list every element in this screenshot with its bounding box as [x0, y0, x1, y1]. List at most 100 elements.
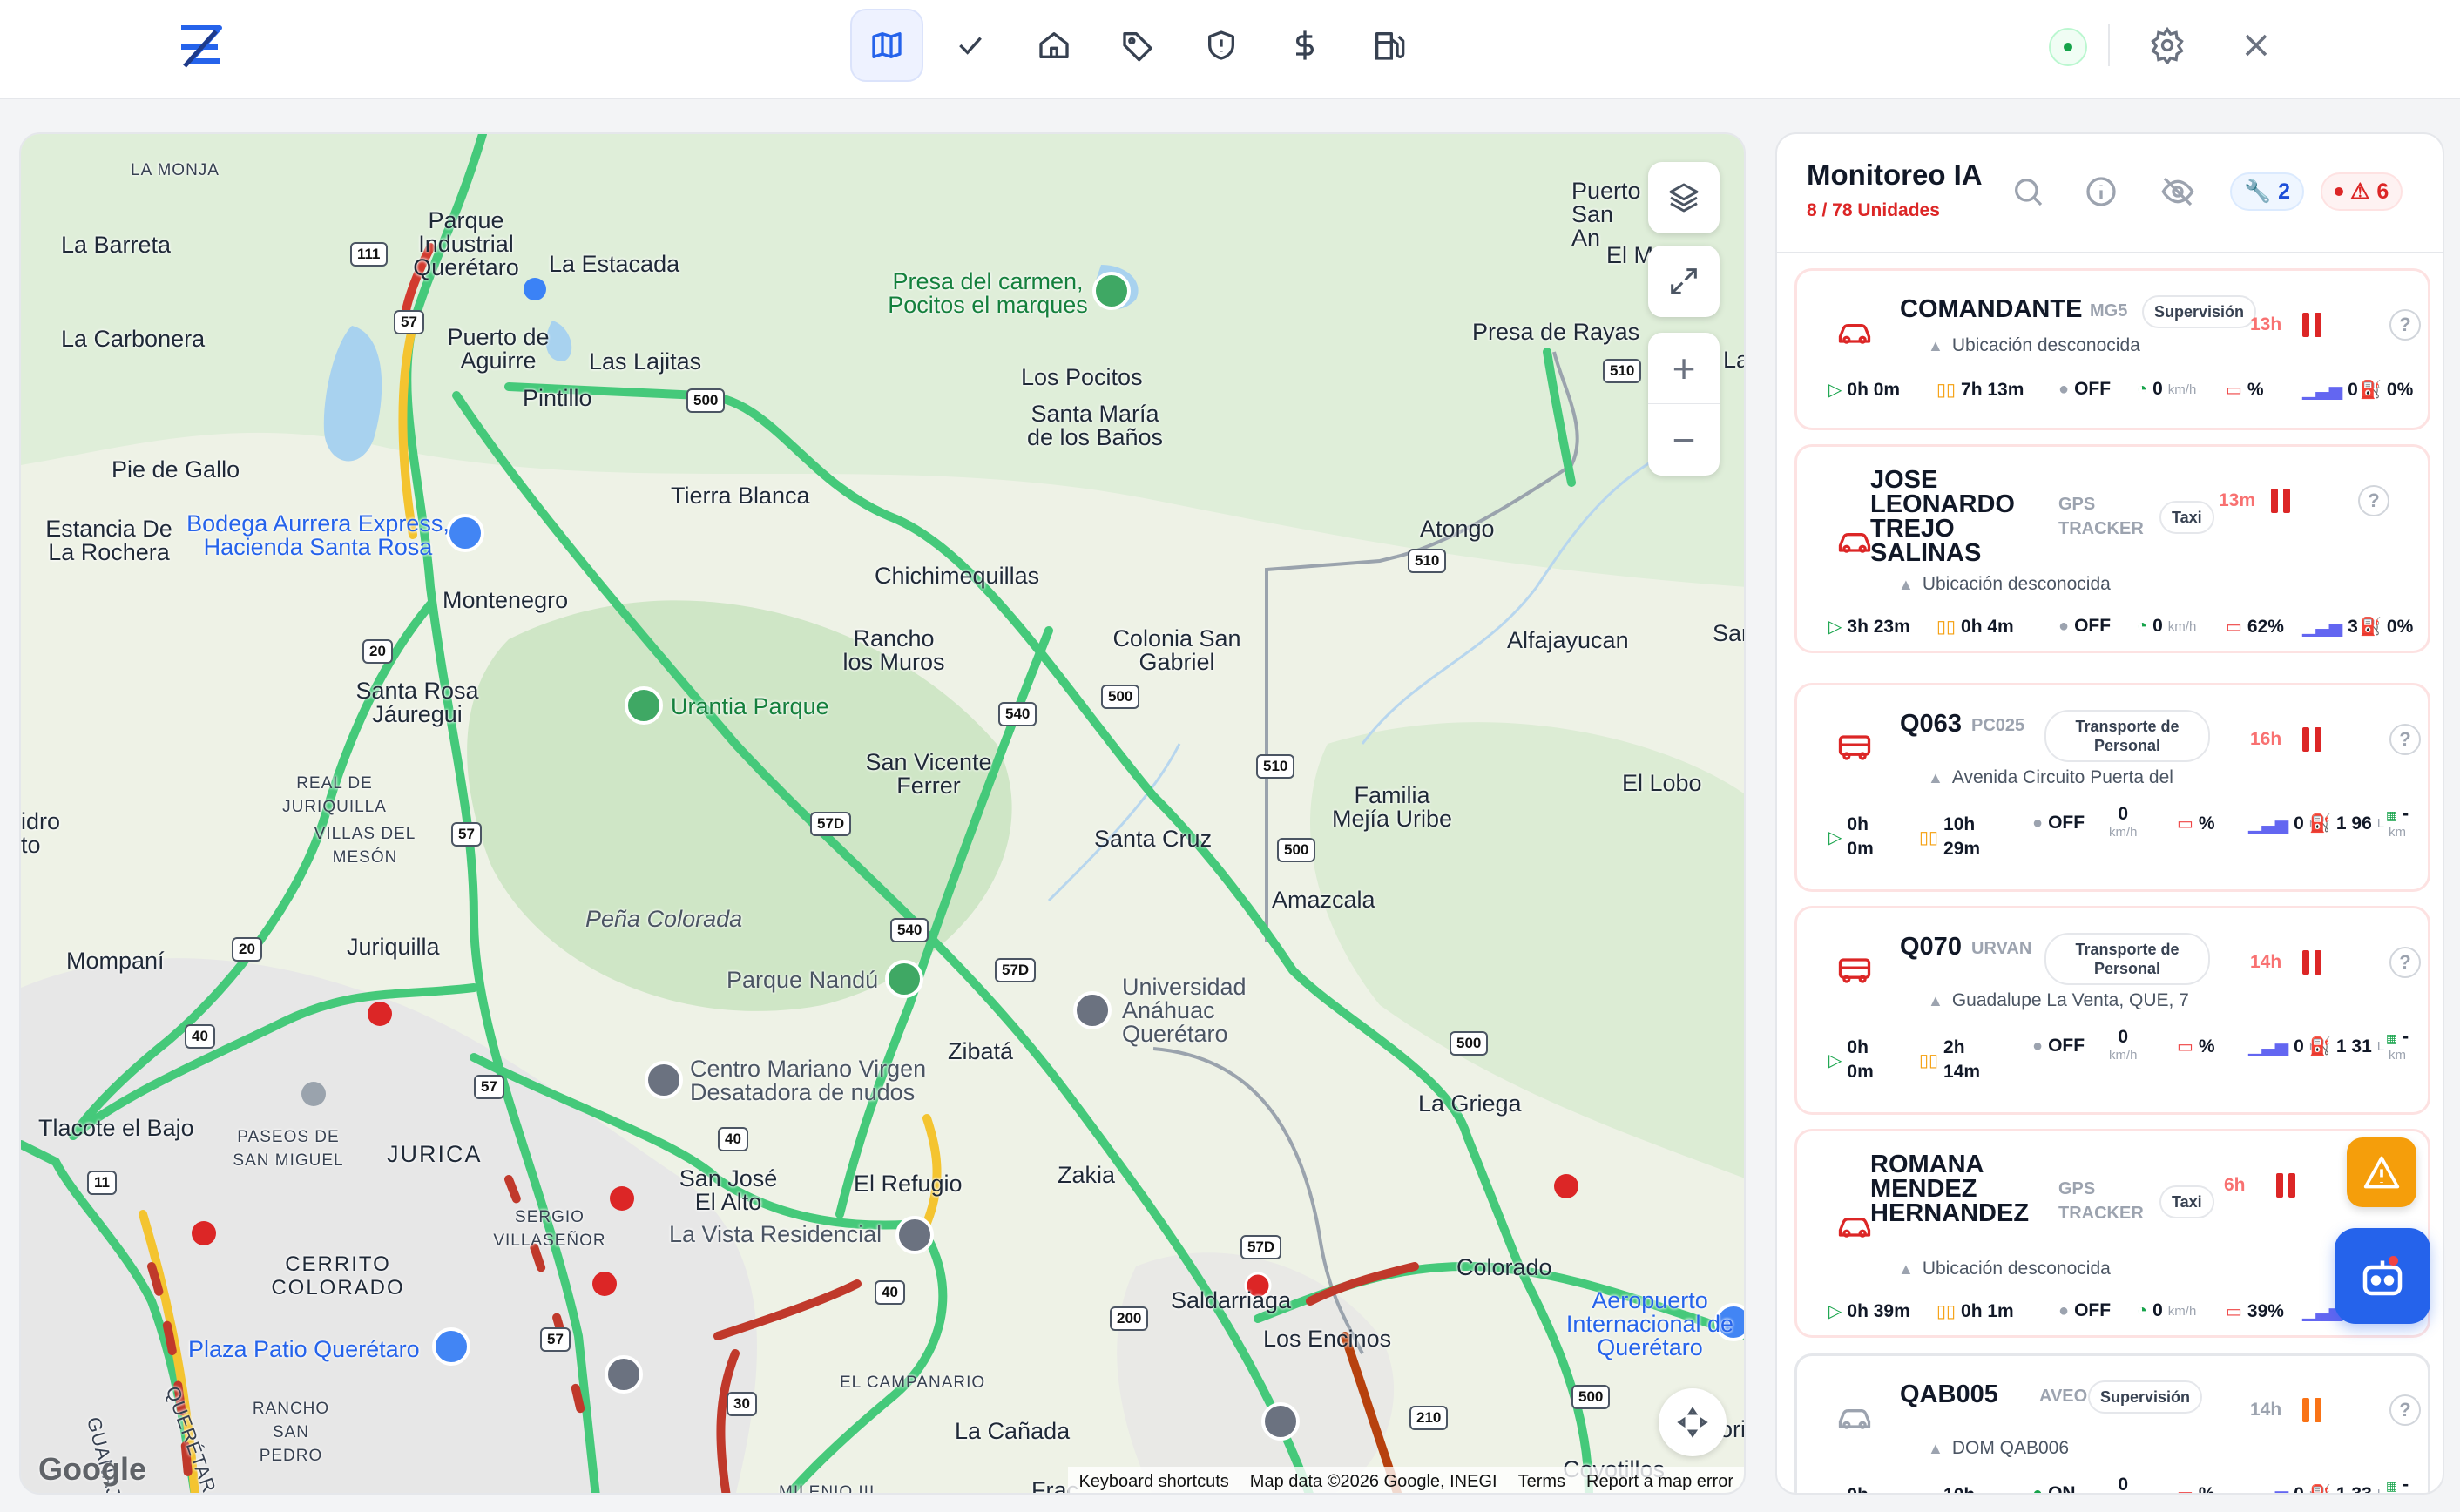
help-icon[interactable]: ? — [2389, 309, 2421, 341]
info-icon[interactable] — [2084, 174, 2119, 209]
map-place-label: El M — [1606, 242, 1653, 268]
map-place-label: La Barreta — [61, 232, 172, 258]
unit-model: URVAN — [1971, 939, 2032, 958]
warning-button[interactable] — [2347, 1137, 2416, 1207]
fuel-icon[interactable] — [1352, 9, 1425, 82]
gear-icon[interactable] — [2148, 26, 2186, 64]
unit-name: ROMANA MENDEZ HERNANDEZ — [1870, 1151, 2030, 1227]
last-update-ago: 6h — [2224, 1175, 2246, 1195]
unit-group-tag: Taxi — [2159, 1185, 2214, 1218]
eye-off-icon[interactable] — [2160, 174, 2195, 209]
unit-name: Q070 — [1900, 933, 1962, 961]
location-text: Ubicación desconocida — [1922, 574, 2111, 594]
stopped-time: ▯▯ 0h 1m — [1936, 1300, 2014, 1322]
home-icon[interactable] — [1017, 9, 1091, 82]
dollar-icon[interactable] — [1268, 9, 1342, 82]
fullscreen-button[interactable] — [1648, 246, 1720, 317]
zoom-out-button[interactable]: − — [1648, 404, 1720, 476]
help-icon[interactable]: ? — [2358, 485, 2389, 516]
play-icon: ▷ — [1828, 618, 1842, 637]
layers-button[interactable] — [1648, 162, 1720, 233]
map-place-label: Colonia San Gabriel — [1112, 625, 1241, 675]
unit-card[interactable]: JOSE LEONARDO TREJO SALINAS GPS TRACKER Ta… — [1794, 444, 2430, 653]
unit-card[interactable]: Q070 URVAN Transporte de Personal 14h? ▲ Guad… — [1794, 906, 2430, 1115]
unit-name: Q063 — [1900, 710, 1962, 738]
map-poi-label: Universidad Anáhuac Querétaro — [1122, 974, 1247, 1047]
range: ▦ -km — [2386, 1027, 2409, 1063]
map-place-label: JURICA — [387, 1141, 483, 1167]
report-error-link[interactable]: Report a map error — [1586, 1472, 1733, 1492]
last-update-ago: 14h — [2250, 952, 2282, 972]
moving-time: ▷0h 0m — [1828, 1037, 1874, 1082]
unit-location: ▲ Guadalupe La Venta, QUE, 7 — [1928, 990, 2189, 1011]
navigation-arrow-icon: ▲ — [1928, 991, 1943, 1009]
tag-icon[interactable] — [1101, 9, 1174, 82]
map-place-label: Las Lajitas — [589, 348, 702, 375]
unit-model: GPS TRACKER — [2058, 1179, 2144, 1223]
shield-icon[interactable] — [1185, 9, 1258, 82]
alerts-count-badge[interactable]: ⚠ 6 — [2321, 172, 2403, 211]
map-place-label: Puerto San An — [1571, 178, 1641, 251]
battery-icon: ▭ — [2177, 1485, 2193, 1495]
zeus-logo[interactable] — [174, 21, 226, 73]
park-pin-icon — [625, 686, 663, 725]
unit-marker — [592, 1272, 617, 1296]
keyboard-shortcuts-link[interactable]: Keyboard shortcuts — [1078, 1472, 1228, 1492]
search-icon[interactable] — [2011, 174, 2045, 209]
map-place-label: San José El Alto — [679, 1165, 778, 1215]
fuel-pump-icon: ⛽ — [2309, 1037, 2331, 1056]
location-text: Guadalupe La Venta, QUE, 7 — [1951, 990, 2189, 1010]
map-view[interactable]: 111 57 500 20 57 540 57D 500 510 510 510 500 540 57D 2… — [19, 132, 1746, 1495]
car-icon — [1835, 1398, 1874, 1436]
play-icon: ▷ — [1828, 827, 1842, 847]
moving-time: ▷0h 0m — [1828, 1483, 1882, 1493]
recenter-icon — [1677, 1407, 1708, 1438]
unit-card[interactable]: Q063 PC025 Transporte de Personal 16h? ▲ Aven… — [1794, 683, 2430, 892]
terms-link[interactable]: Terms — [1518, 1472, 1565, 1492]
route-shield: 500 — [1450, 1031, 1489, 1056]
speed: 0km/h — [2109, 804, 2138, 840]
map-route-icon: ▦ — [2386, 1031, 2398, 1045]
navigation-arrow-icon: ▲ — [1898, 575, 1914, 593]
map-place-label: Santa María de los Baños — [1026, 401, 1164, 450]
zoom-in-button[interactable]: + — [1648, 333, 1720, 404]
range: ▦ -km — [2386, 804, 2409, 840]
map-place-label: La Cañada — [955, 1418, 1071, 1444]
moving-time: ▷ 0h 39m — [1828, 1300, 1910, 1322]
unit-card[interactable]: COMANDANTE MG5 Supervisión 13h? ▲ Ubicación d… — [1794, 268, 2430, 430]
route-shield: 30 — [727, 1392, 757, 1416]
check-icon[interactable] — [934, 9, 1007, 82]
map-place-label: Los Encinos — [1263, 1326, 1392, 1352]
route-shield: 20 — [362, 639, 393, 664]
maintenance-count-badge[interactable]: 🔧 2 — [2230, 172, 2305, 211]
route-shield: 500 — [686, 388, 726, 413]
battery-icon: ▭ — [2226, 1302, 2242, 1321]
unit-stats: ▷ 3h 23m ▯▯ 0h 4m ● OFF ◔ 0 km/h ▭ 62% ▁▃▅ 3 m ⛽ 0% — [1828, 616, 2413, 651]
close-icon[interactable] — [2237, 26, 2275, 64]
map-place-label: Santa Rosa Jáuregui — [355, 678, 479, 727]
help-icon[interactable]: ? — [2389, 724, 2421, 755]
map-place-label: Santa Cruz — [1094, 826, 1213, 852]
battery: ▭% — [2177, 813, 2215, 834]
route-shield: 500 — [1277, 838, 1316, 862]
ai-assistant-button[interactable] — [2335, 1228, 2430, 1324]
ignition-status: ● OFF — [2032, 1036, 2085, 1056]
route-shield: 57D — [1240, 1235, 1282, 1259]
car-icon — [1835, 522, 1874, 560]
speedometer-icon: ◔ — [2137, 616, 2148, 636]
stopped-time: ▯▯ 2h 14m — [1919, 1037, 1981, 1082]
map-place-label: Colorado — [1456, 1254, 1552, 1280]
help-icon[interactable]: ? — [2389, 947, 2421, 978]
help-icon[interactable]: ? — [2389, 1394, 2421, 1426]
map-icon[interactable] — [850, 9, 923, 82]
ignition-status: ● OFF — [2058, 379, 2112, 399]
unit-group-tag: Supervisión — [2142, 295, 2257, 328]
battery-icon: ▭ — [2177, 1037, 2193, 1056]
signal-icon: ▁▃▅ — [2302, 618, 2343, 637]
map-place-label: Alfajayucan — [1507, 627, 1629, 653]
recenter-button[interactable] — [1659, 1388, 1727, 1456]
speedometer-icon: ◔ — [2137, 379, 2148, 399]
unit-card[interactable]: QAB005 AVEOSupervisión 14h? ▲ DOM QAB006 ▷0h … — [1794, 1353, 2430, 1495]
map-poi-label: Aeropuerto Internacional de Querétaro — [1565, 1287, 1734, 1360]
urban-area — [21, 958, 757, 1493]
